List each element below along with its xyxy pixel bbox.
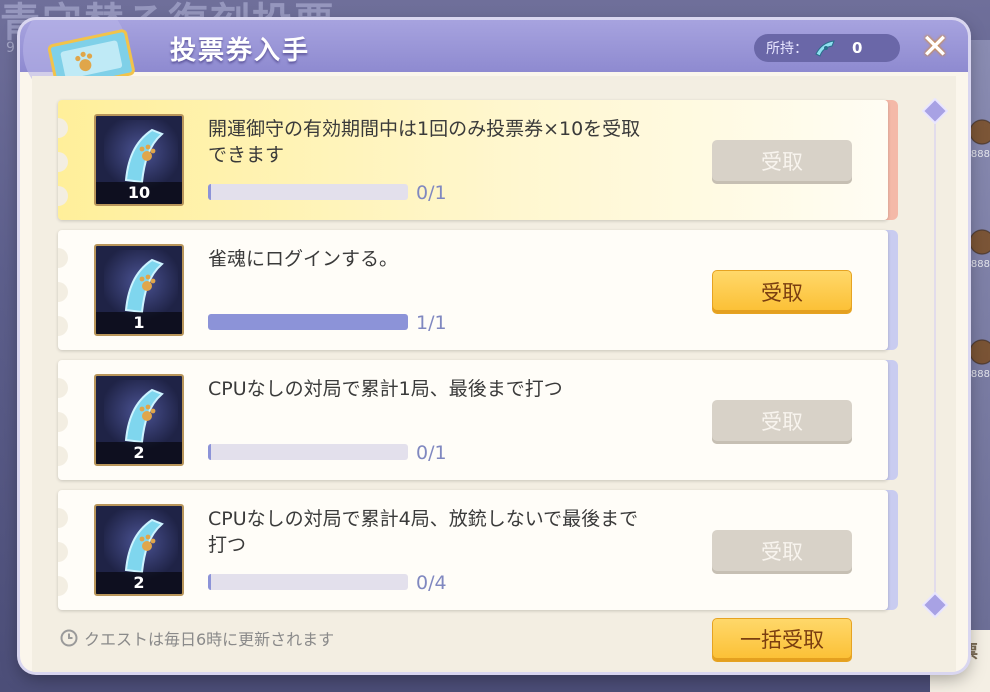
scroll-down-gem-icon[interactable] (922, 592, 948, 618)
claim-button[interactable]: 受取 (712, 400, 852, 444)
ticket-icon (104, 380, 178, 450)
quest-description: CPUなしの対局で累計4局、放銃しないで最後まで打つ (208, 508, 639, 556)
owned-label: 所持： (766, 41, 808, 57)
quest-card: 1 雀魂にログインする。 1/1 受取 (58, 230, 888, 350)
vote-ticket-icon (815, 40, 835, 57)
quest-progress-bar (208, 574, 408, 590)
reward-ticket-icon: 2 (94, 374, 184, 466)
reward-count: 2 (96, 442, 182, 464)
scrollbar-track[interactable] (934, 110, 936, 610)
card-notch (58, 118, 68, 138)
clock-icon (60, 629, 78, 647)
close-button[interactable]: ✕ (918, 30, 952, 64)
quest-card: 2 CPUなしの対局で累計1局、最後まで打つ 0/1 受取 (58, 360, 888, 480)
card-notch (58, 378, 68, 398)
refresh-note: クエストは毎日6時に更新されます (60, 626, 334, 650)
quest-description: 開運御守の有効期間中は1回のみ投票券×10を受取できます (208, 118, 641, 166)
claim-button[interactable]: 受取 (712, 530, 852, 574)
quest-description: CPUなしの対局で累計1局、最後まで打つ (208, 378, 563, 400)
vote-ticket-dialog: 投票券入手 所持： 0 ✕ 10 開運御守の有効期間中は1回のみ投票券×10を受取… (20, 20, 968, 672)
card-notch (58, 282, 68, 302)
background-side-panel: 888 888 888 (966, 40, 990, 692)
ticket-icon (104, 250, 178, 320)
quest-progress-text: 0/4 (416, 572, 447, 594)
progress-fill (208, 314, 408, 330)
quest-progress-bar (208, 444, 408, 460)
card-notch (58, 576, 68, 596)
quest-progress-text: 1/1 (416, 312, 447, 334)
reward-ticket-icon: 10 (94, 114, 184, 206)
card-notch (58, 412, 68, 432)
coin-icon: 888 (968, 110, 990, 160)
coin-icon: 888 (968, 220, 990, 270)
ticket-icon (104, 510, 178, 580)
quest-progress-text: 0/1 (416, 442, 447, 464)
quest-description: 雀魂にログインする。 (208, 248, 399, 270)
card-notch (58, 316, 68, 336)
card-notch (58, 248, 68, 268)
card-notch (58, 542, 68, 562)
progress-fill (208, 574, 211, 590)
reward-ticket-icon: 2 (94, 504, 184, 596)
card-notch (58, 508, 68, 528)
owned-count: 0 (852, 39, 863, 57)
reward-count: 1 (96, 312, 182, 334)
card-notch (58, 446, 68, 466)
quest-progress-text: 0/1 (416, 182, 447, 204)
claim-button[interactable]: 受取 (712, 140, 852, 184)
progress-fill (208, 444, 211, 460)
coin-icon: 888 (968, 330, 990, 380)
claim-button[interactable]: 受取 (712, 270, 852, 314)
dialog-header: 投票券入手 所持： 0 ✕ (20, 20, 968, 90)
dialog-title: 投票券入手 (170, 36, 311, 66)
quest-card: 2 CPUなしの対局で累計4局、放銃しないで最後まで打つ 0/4 受取 (58, 490, 888, 610)
claim-all-button[interactable]: 一括受取 (712, 618, 852, 662)
quest-progress-bar (208, 314, 408, 330)
owned-tickets-display: 所持： 0 (754, 34, 900, 62)
quest-progress-bar (208, 184, 408, 200)
reward-count: 2 (96, 572, 182, 594)
reward-ticket-icon: 1 (94, 244, 184, 336)
quest-list[interactable]: 10 開運御守の有効期間中は1回のみ投票券×10を受取できます 0/1 受取 1 雀魂にロ… (32, 76, 956, 672)
quest-card: 10 開運御守の有効期間中は1回のみ投票券×10を受取できます 0/1 受取 (58, 100, 888, 220)
card-notch (58, 186, 68, 206)
background-sub-text: 9 (6, 40, 15, 56)
ticket-icon (104, 120, 178, 190)
card-notch (58, 152, 68, 172)
refresh-note-text: クエストは毎日6時に更新されます (84, 630, 335, 649)
scroll-up-gem-icon[interactable] (922, 98, 948, 124)
progress-fill (208, 184, 211, 200)
reward-count: 10 (96, 182, 182, 204)
